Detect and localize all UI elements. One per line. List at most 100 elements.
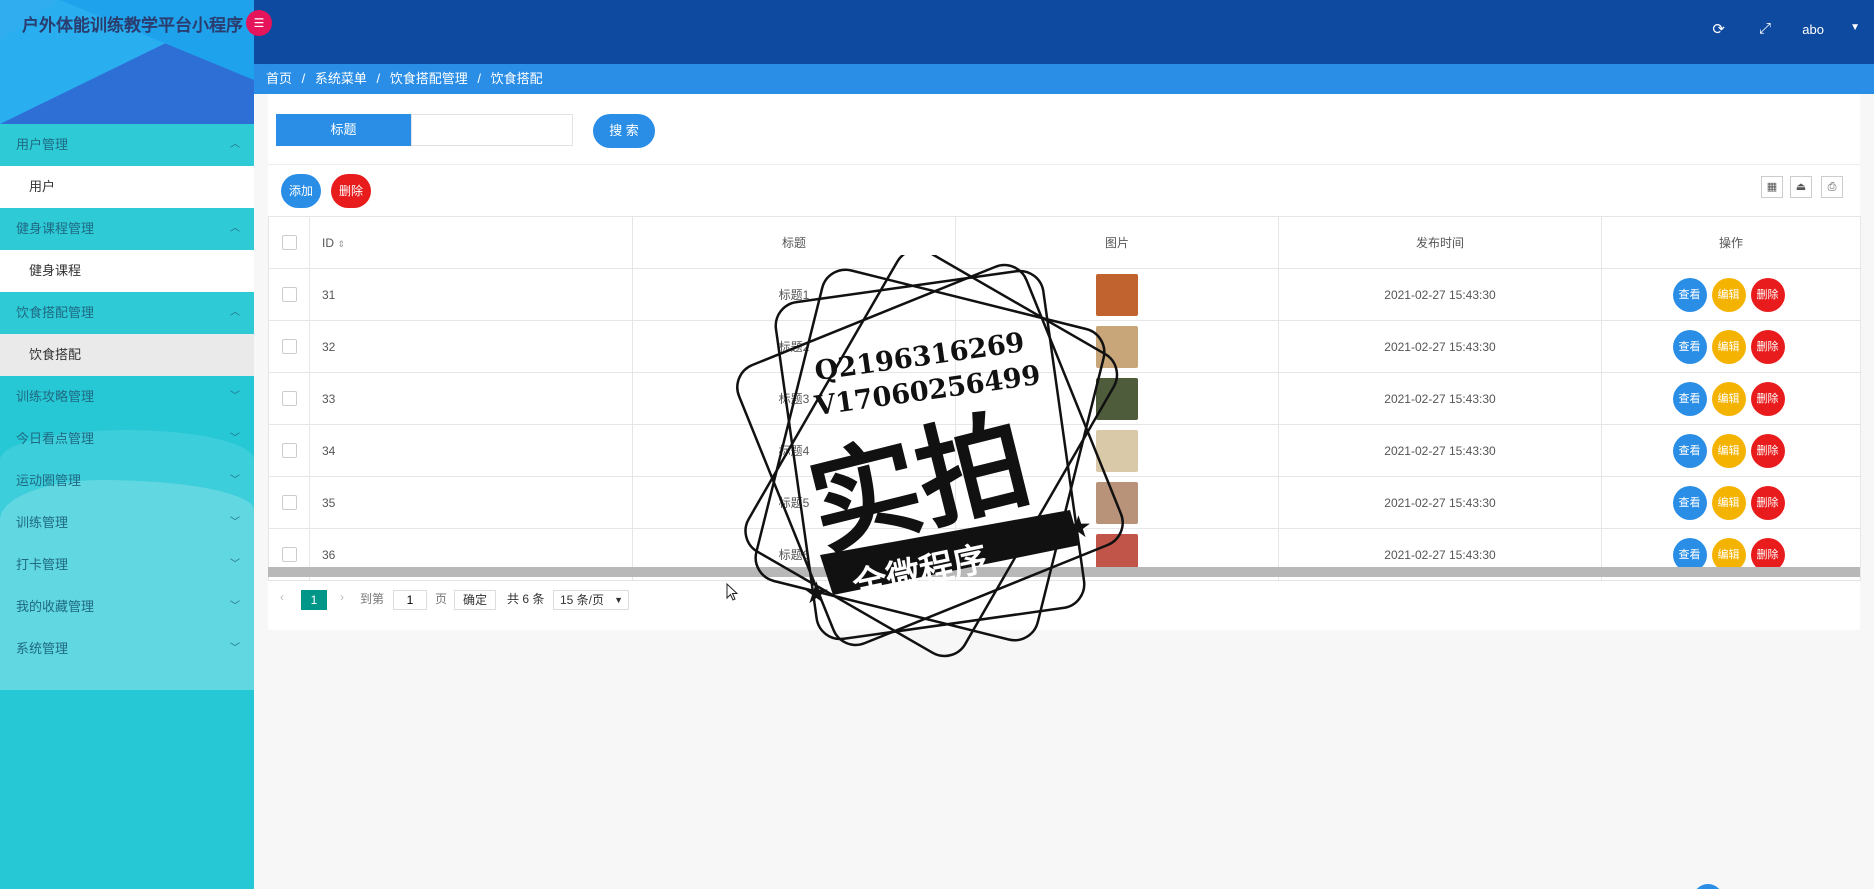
refresh-icon[interactable]: ⟳ [1712, 20, 1725, 38]
page-unit: 页 [435, 592, 448, 606]
row-checkbox[interactable] [281, 391, 297, 407]
mouse-cursor-icon [726, 583, 739, 601]
row-delete-button[interactable]: 删除 [1750, 485, 1785, 520]
pagination: ‹ 1 › 到第 页 确定 共 6 条 15 条/页▼ [268, 582, 1860, 618]
edit-button[interactable]: 编辑 [1711, 277, 1746, 312]
row-delete-button[interactable]: 删除 [1750, 433, 1785, 468]
sidebar-group-sports-circle[interactable]: 运动圈管理 ﹀ [0, 460, 254, 502]
chevron-down-icon: ﹀ [230, 643, 240, 654]
view-button[interactable]: 查看 [1672, 329, 1707, 364]
sidebar-group-training-guide[interactable]: 训练攻略管理 ﹀ [0, 376, 254, 418]
next-page-icon[interactable]: › [340, 590, 344, 604]
print-icon[interactable]: ⎙ [1821, 176, 1843, 198]
prev-page-icon[interactable]: ‹ [280, 590, 284, 604]
view-button[interactable]: 查看 [1672, 485, 1707, 520]
cell-title: 标题3 [632, 372, 956, 425]
sidebar-item-fitness-course[interactable]: 健身课程 [0, 250, 254, 292]
column-header-image: 图片 [955, 216, 1279, 269]
add-button[interactable]: 添加 [281, 174, 321, 208]
food-image[interactable] [1096, 429, 1138, 472]
floating-action-button[interactable] [1693, 884, 1723, 889]
cell-id: 31 [309, 268, 633, 321]
sidebar-group-training[interactable]: 训练管理 ﹀ [0, 502, 254, 544]
food-image[interactable] [1096, 273, 1138, 316]
row-delete-button[interactable]: 删除 [1750, 329, 1785, 364]
cell-title: 标题2 [632, 320, 956, 373]
breadcrumb-home[interactable]: 首页 [266, 71, 292, 86]
goto-page-input[interactable] [393, 590, 427, 610]
food-image[interactable] [1096, 377, 1138, 420]
column-header-id[interactable]: ID ⇕ [309, 216, 633, 269]
food-image[interactable] [1096, 325, 1138, 368]
search-input[interactable] [411, 114, 573, 146]
sort-icon[interactable]: ⇕ [337, 239, 345, 249]
columns-filter-icon[interactable]: ▦ [1761, 176, 1783, 198]
sidebar-group-system[interactable]: 系统管理 ﹀ [0, 628, 254, 670]
fullscreen-icon[interactable]: ⤢ [1759, 20, 1771, 37]
chevron-down-icon: ﹀ [230, 433, 240, 444]
row-checkbox[interactable] [281, 547, 297, 563]
page-current[interactable]: 1 [301, 590, 327, 610]
sidebar-group-diet[interactable]: 饮食搭配管理 ︿ [0, 292, 254, 334]
table-row: 32 标题2 2021-02-27 15:43:30 查看 编辑 删除 [268, 320, 1861, 373]
sidebar-group-today-highlights[interactable]: 今日看点管理 ﹀ [0, 418, 254, 460]
sidebar-group-checkin[interactable]: 打卡管理 ﹀ [0, 544, 254, 586]
chevron-up-icon: ︿ [230, 139, 240, 150]
row-delete-button[interactable]: 删除 [1750, 277, 1785, 312]
row-checkbox[interactable] [281, 339, 297, 355]
edit-button[interactable]: 编辑 [1711, 433, 1746, 468]
table-row: 33 标题3 2021-02-27 15:43:30 查看 编辑 删除 [268, 372, 1861, 425]
delete-button[interactable]: 删除 [331, 174, 371, 208]
row-checkbox[interactable] [281, 495, 297, 511]
table-header-row: ID ⇕ 标题 图片 发布时间 操作 [268, 216, 1861, 269]
food-image[interactable] [1096, 481, 1138, 524]
breadcrumb-system-menu[interactable]: 系统菜单 [315, 71, 367, 86]
sidebar-item-user[interactable]: 用户 [0, 166, 254, 208]
sidebar-header: 户外体能训练教学平台小程序 [0, 0, 254, 124]
chevron-up-icon: ︿ [230, 223, 240, 234]
cell-time: 2021-02-27 15:43:30 [1278, 372, 1602, 425]
goto-confirm-button[interactable]: 确定 [454, 590, 497, 610]
column-header-time: 发布时间 [1278, 216, 1602, 269]
chevron-down-icon: ﹀ [230, 475, 240, 486]
cell-actions: 查看 编辑 删除 [1601, 320, 1861, 373]
view-button[interactable]: 查看 [1672, 433, 1707, 468]
cell-id: 33 [309, 372, 633, 425]
row-checkbox[interactable] [281, 287, 297, 303]
cell-id: 34 [309, 424, 633, 477]
select-all-checkbox[interactable] [281, 235, 297, 251]
cell-time: 2021-02-27 15:43:30 [1278, 476, 1602, 529]
chevron-up-icon: ︿ [230, 307, 240, 318]
table-row: 31 标题1 2021-02-27 15:43:30 查看 编辑 删除 [268, 268, 1861, 321]
cell-actions: 查看 编辑 删除 [1601, 268, 1861, 321]
edit-button[interactable]: 编辑 [1711, 381, 1746, 416]
cell-title: 标题1 [632, 268, 956, 321]
page-size-select[interactable]: 15 条/页 ▼ [553, 590, 629, 610]
chevron-down-icon: ﹀ [230, 517, 240, 528]
cell-time: 2021-02-27 15:43:30 [1278, 320, 1602, 373]
cell-actions: 查看 编辑 删除 [1601, 372, 1861, 425]
cell-image [955, 372, 1279, 425]
menu-list-icon[interactable]: ☰ [246, 10, 272, 36]
view-button[interactable]: 查看 [1672, 277, 1707, 312]
row-checkbox[interactable] [281, 443, 297, 459]
export-icon[interactable]: ⏏ [1790, 176, 1812, 198]
caret-down-icon[interactable]: ▼ [1850, 22, 1860, 33]
sidebar-item-diet[interactable]: 饮食搭配 [0, 334, 254, 376]
topbar: ⟳ ⤢ abo ▼ [254, 0, 1874, 64]
search-button[interactable]: 搜 索 [593, 114, 655, 148]
horizontal-scrollbar[interactable] [268, 567, 1860, 577]
edit-button[interactable]: 编辑 [1711, 485, 1746, 520]
user-menu[interactable]: abo [1802, 22, 1824, 37]
view-button[interactable]: 查看 [1672, 381, 1707, 416]
cell-image [955, 424, 1279, 477]
edit-button[interactable]: 编辑 [1711, 329, 1746, 364]
row-delete-button[interactable]: 删除 [1750, 381, 1785, 416]
search-label: 标题 [276, 114, 411, 146]
sidebar-group-fitness-course[interactable]: 健身课程管理 ︿ [0, 208, 254, 250]
sidebar-group-favorites[interactable]: 我的收藏管理 ﹀ [0, 586, 254, 628]
column-header-title: 标题 [632, 216, 956, 269]
sidebar-group-user[interactable]: 用户管理 ︿ [0, 124, 254, 166]
breadcrumb-diet-management[interactable]: 饮食搭配管理 [390, 71, 468, 86]
breadcrumb-current: 饮食搭配 [490, 71, 543, 86]
